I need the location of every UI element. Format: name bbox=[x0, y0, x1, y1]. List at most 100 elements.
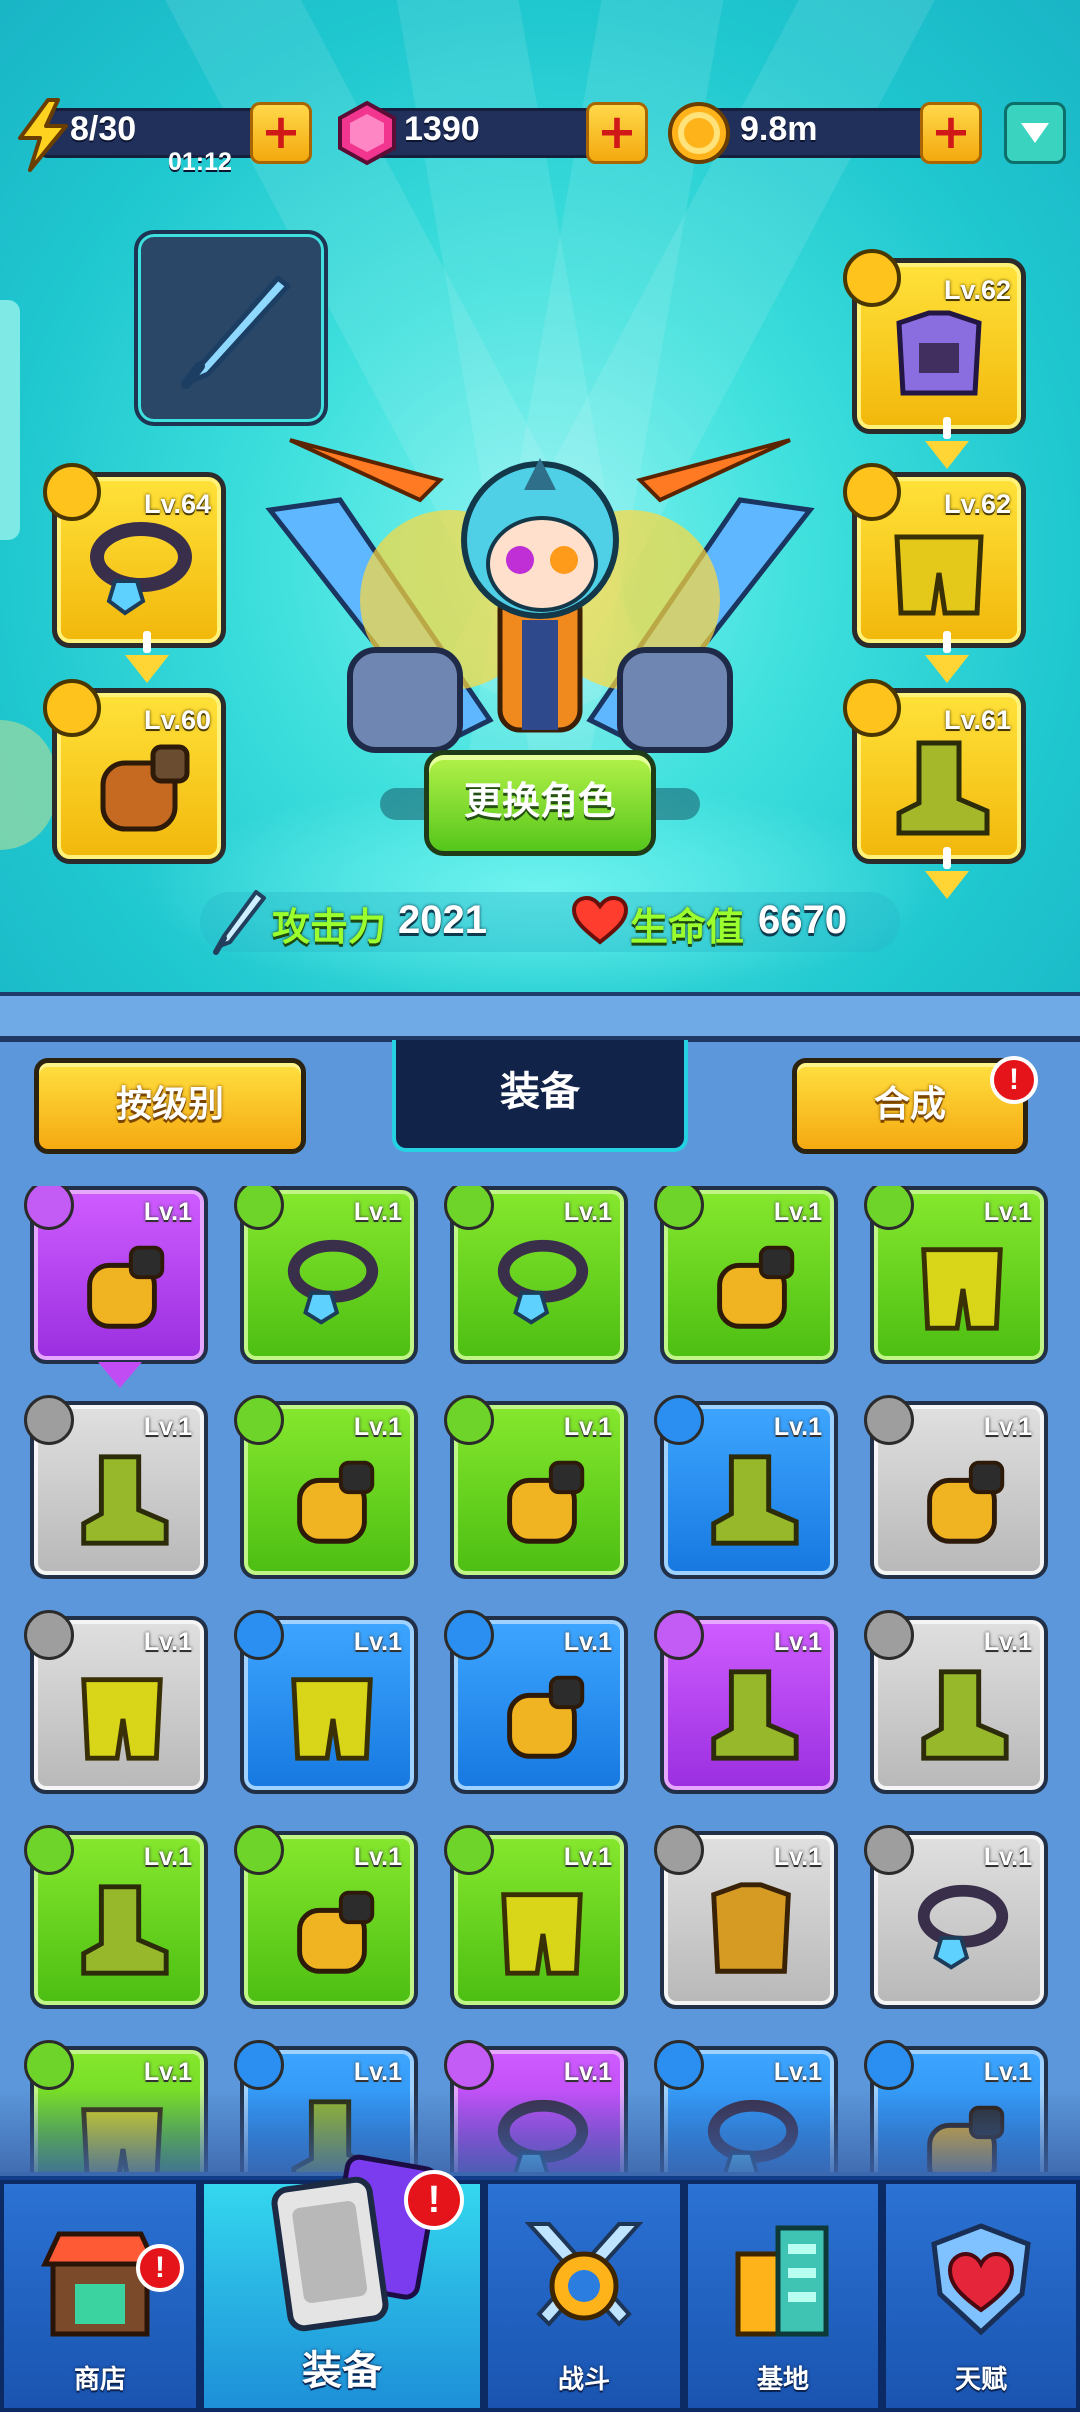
add-energy-button[interactable]: + bbox=[250, 102, 312, 164]
nav-shop[interactable]: 商店 ! bbox=[0, 2180, 200, 2412]
energy-value: 8/30 bbox=[70, 110, 137, 148]
equipment-item[interactable]: Lv.1 bbox=[654, 1825, 838, 2009]
equipment-item[interactable]: Lv.1 bbox=[444, 1610, 628, 1794]
item-level: Lv.1 bbox=[563, 2058, 612, 2086]
equipment-item[interactable]: Lv.1 bbox=[24, 1825, 208, 2009]
pants-badge-icon bbox=[843, 463, 901, 521]
shield-icon[interactable] bbox=[1004, 102, 1066, 164]
boots-icon bbox=[921, 1669, 1009, 1761]
boots-type-icon bbox=[24, 1825, 74, 1875]
item-level: Lv.1 bbox=[983, 1198, 1032, 1226]
equipment-item[interactable]: Lv.1 bbox=[444, 1395, 628, 1579]
item-level: Lv.1 bbox=[983, 1413, 1032, 1441]
item-level: Lv.1 bbox=[563, 1843, 612, 1871]
add-gems-button[interactable]: + bbox=[586, 102, 648, 164]
nav-battle[interactable]: 战斗 bbox=[484, 2180, 684, 2412]
slot-level: Lv.64 bbox=[143, 489, 211, 519]
equipment-item[interactable]: Lv.1 bbox=[654, 1610, 838, 1794]
gem-value: 1390 bbox=[404, 110, 480, 148]
boots-type-icon bbox=[24, 1395, 74, 1445]
nav-base[interactable]: 基地 bbox=[684, 2180, 882, 2412]
glove-icon bbox=[87, 1245, 165, 1329]
equipment-item[interactable]: Lv.1 bbox=[444, 1186, 628, 1364]
armor-badge-icon bbox=[843, 249, 901, 307]
glove-type-icon bbox=[234, 1825, 284, 1875]
merge-alert-icon: ! bbox=[990, 1056, 1038, 1104]
boots-type-icon bbox=[234, 2040, 284, 2090]
item-level: Lv.1 bbox=[773, 1198, 822, 1226]
equipment-item[interactable]: Lv.1 bbox=[864, 1186, 1048, 1364]
equipment-item[interactable]: Lv.1 bbox=[234, 1610, 418, 1794]
necklace-type-icon bbox=[864, 1825, 914, 1875]
nav-talent[interactable]: 天赋 bbox=[882, 2180, 1080, 2412]
glove-icon bbox=[100, 744, 190, 832]
equipment-item[interactable]: Lv.1 bbox=[234, 1395, 418, 1579]
equipment-item[interactable]: Lv.1 bbox=[234, 1186, 418, 1364]
item-level: Lv.1 bbox=[563, 1198, 612, 1226]
glove-icon bbox=[297, 1890, 375, 1974]
glove-slot[interactable]: Lv.60 bbox=[43, 679, 226, 864]
glove-icon bbox=[297, 1460, 375, 1544]
pants-icon bbox=[81, 1677, 163, 1761]
glove-type-icon bbox=[864, 1395, 914, 1445]
item-level: Lv.1 bbox=[353, 2058, 402, 2086]
equipment-item[interactable]: Lv.1 bbox=[864, 1825, 1048, 2009]
item-level: Lv.1 bbox=[353, 1413, 402, 1441]
equipment-item[interactable]: Lv.1 bbox=[654, 1395, 838, 1579]
equipment-alert-icon: ! bbox=[404, 2170, 464, 2230]
item-level: Lv.1 bbox=[773, 2058, 822, 2086]
necklace-slot[interactable]: Lv.64 bbox=[43, 463, 226, 683]
slot-level: Lv.62 bbox=[943, 489, 1011, 519]
equipment-item[interactable]: Lv.1 bbox=[24, 1610, 208, 1794]
coin-icon bbox=[668, 102, 730, 164]
glove-icon bbox=[927, 1460, 1005, 1544]
item-level: Lv.1 bbox=[983, 1628, 1032, 1656]
armor-slot[interactable]: Lv.62 bbox=[843, 249, 1026, 469]
add-coins-button[interactable]: + bbox=[920, 102, 982, 164]
change-character-button[interactable]: 更换角色 bbox=[424, 750, 656, 856]
equipment-item[interactable]: Lv.1 bbox=[864, 1395, 1048, 1579]
item-level: Lv.1 bbox=[563, 1628, 612, 1656]
sword-stat-icon bbox=[213, 890, 266, 955]
weapon-slot[interactable] bbox=[134, 230, 328, 426]
item-level: Lv.1 bbox=[143, 1843, 192, 1871]
glove-icon bbox=[507, 1675, 585, 1759]
equipment-item[interactable]: Lv.1 bbox=[654, 1186, 838, 1364]
pants-icon bbox=[921, 1247, 1003, 1331]
side-tab[interactable] bbox=[0, 300, 20, 540]
glove-type-icon bbox=[24, 1186, 74, 1230]
equipment-item[interactable]: Lv.1 bbox=[444, 1825, 628, 2009]
pants-slot[interactable]: Lv.62 bbox=[843, 463, 1026, 683]
upgrade-arrow-icon bbox=[98, 1362, 142, 1388]
item-level: Lv.1 bbox=[773, 1413, 822, 1441]
nav-shop-label: 商店 bbox=[73, 2365, 126, 2395]
equipment-item[interactable]: Lv.1 bbox=[864, 1610, 1048, 1794]
hp-label: 生命值 bbox=[630, 905, 745, 949]
boots-type-icon bbox=[654, 1395, 704, 1445]
shop-alert-icon: ! bbox=[136, 2244, 184, 2292]
nav-base-label: 基地 bbox=[756, 2365, 809, 2395]
slot-level: Lv.60 bbox=[143, 705, 211, 735]
sword-icon bbox=[181, 275, 291, 389]
equipment-item[interactable]: Lv.1 bbox=[24, 1395, 208, 1579]
item-level: Lv.1 bbox=[563, 1413, 612, 1441]
necklace-icon bbox=[90, 522, 192, 616]
pants-type-icon bbox=[864, 1186, 914, 1230]
equipment-item[interactable]: Lv.1 bbox=[234, 1825, 418, 2009]
glove-type-icon bbox=[864, 2040, 914, 2090]
item-level: Lv.1 bbox=[143, 2058, 192, 2086]
attack-value: 2021 bbox=[398, 898, 487, 942]
boots-type-icon bbox=[654, 1610, 704, 1660]
equipment-item[interactable]: Lv.1 bbox=[24, 1186, 208, 1388]
boots-slot[interactable]: Lv.61 bbox=[843, 679, 1026, 899]
equipment-grid: Lv.1 Lv.1 Lv.1 Lv.1 Lv.1 Lv.1 Lv.1 Lv.1 Lv.1 Lv.1… bbox=[0, 1186, 1080, 2172]
side-event-icon[interactable] bbox=[0, 720, 56, 850]
item-level: Lv.1 bbox=[983, 1843, 1032, 1871]
nav-equipment[interactable]: 装备 ! bbox=[200, 2154, 484, 2412]
armor-type-icon bbox=[654, 1825, 704, 1875]
glove-type-icon bbox=[654, 1186, 704, 1230]
energy-timer: 01:12 bbox=[168, 148, 232, 176]
necklace-type-icon bbox=[234, 1186, 284, 1230]
sort-by-level-button[interactable]: 按级别 bbox=[34, 1058, 306, 1154]
lightning-icon bbox=[18, 98, 68, 172]
